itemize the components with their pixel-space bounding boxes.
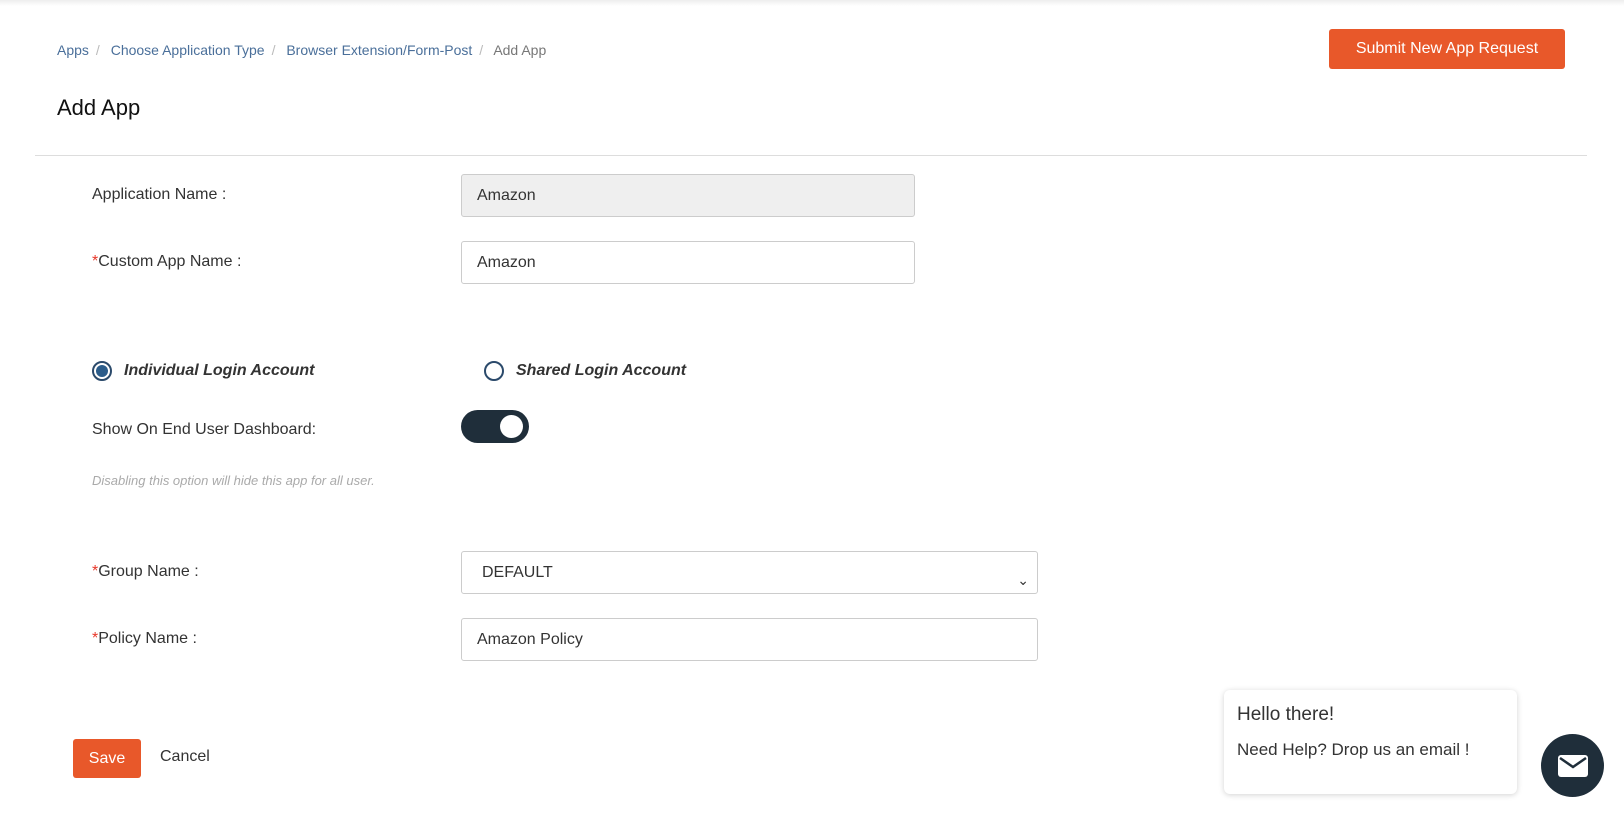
cancel-button[interactable]: Cancel [160,748,210,766]
email-chat-button[interactable] [1541,734,1604,797]
top-bar [0,0,1624,6]
breadcrumb-current: Add App [493,42,547,58]
group-name-select[interactable]: DEFAULT ⌄ [461,551,1038,594]
hint-text: Disabling this option will hide this app… [92,473,375,488]
radio-checked-icon [92,361,112,381]
show-dashboard-label: Show On End User Dashboard: [92,421,317,438]
help-popup: Hello there! Need Help? Drop us an email… [1224,690,1517,794]
app-name-label: Application Name : [92,186,227,203]
policy-name-input[interactable]: Amazon Policy [461,618,1038,661]
breadcrumb-apps[interactable]: Apps [57,42,89,58]
chat-greeting: Hello there! [1237,704,1335,725]
chevron-down-icon: ⌄ [1017,572,1029,588]
application-name-input: Amazon [461,174,915,217]
save-button[interactable]: Save [73,739,141,778]
custom-app-name-input[interactable]: Amazon [461,241,915,284]
group-name-label: *Group Name : [92,563,199,580]
policy-name-label: *Policy Name : [92,630,197,647]
radio-shared-login[interactable]: Shared Login Account [484,361,686,381]
breadcrumb-browser-extension[interactable]: Browser Extension/Form-Post [286,42,472,58]
breadcrumb: Apps / Choose Application Type / Browser E… [57,42,547,58]
page-title: Add App [57,95,141,120]
divider [35,155,1587,156]
breadcrumb-choose-type[interactable]: Choose Application Type [111,42,265,58]
radio-individual-login[interactable]: Individual Login Account [92,361,315,381]
radio-unchecked-icon [484,361,504,381]
submit-new-app-request-button[interactable]: Submit New App Request [1329,29,1565,69]
chat-message: Need Help? Drop us an email ! [1237,740,1470,759]
envelope-icon [1557,754,1588,777]
show-dashboard-toggle[interactable] [461,410,529,443]
custom-app-name-label: *Custom App Name : [92,253,242,270]
